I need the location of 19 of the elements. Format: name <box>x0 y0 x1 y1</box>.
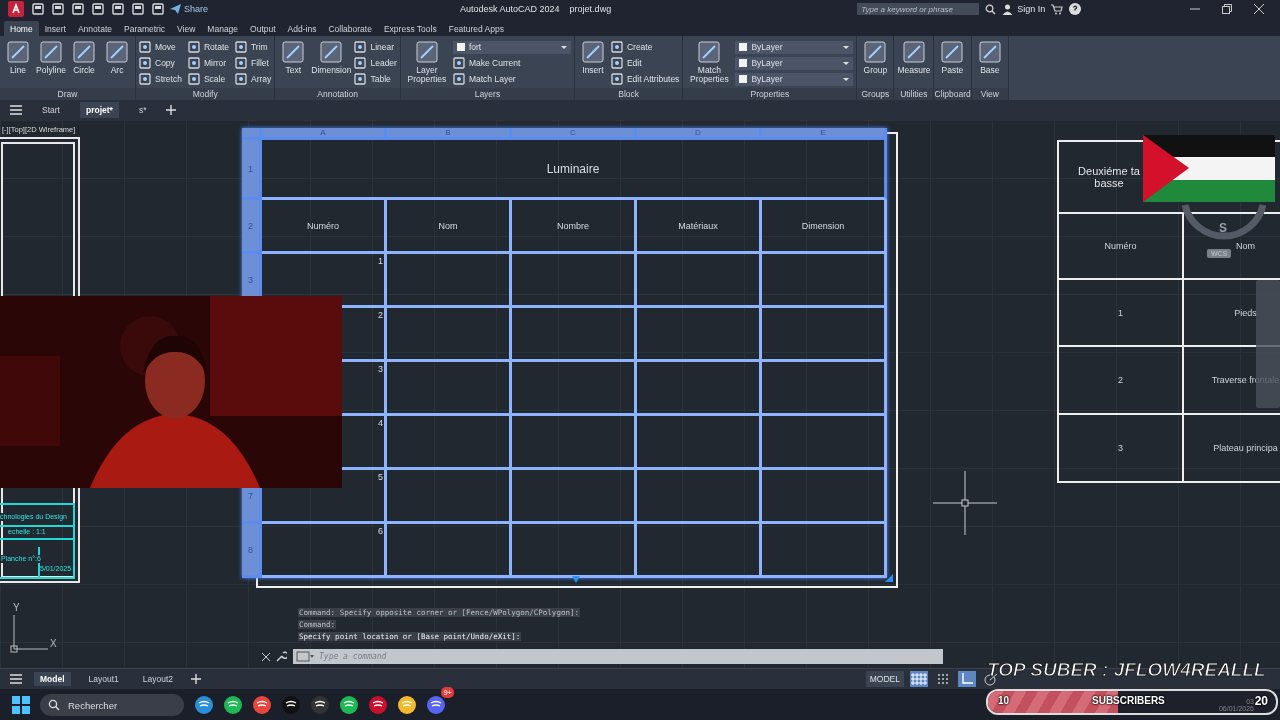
table-cell: 1 <box>1059 280 1184 347</box>
table-cell: Nom <box>387 200 512 254</box>
axis-label: X <box>50 638 57 649</box>
table-title: Luminaire <box>262 140 887 200</box>
stream-overlay-text: TOP SUBER : JFLOW4REALLL <box>987 659 1266 681</box>
subscriber-goal: 20 <box>1254 694 1268 708</box>
file-name: projet.dwg <box>569 4 612 14</box>
axis-label: Y <box>13 602 20 613</box>
table-cell: Plateau principa <box>1184 415 1280 483</box>
table-cell: 6 <box>262 524 387 578</box>
table-cell: 2 <box>1059 347 1184 415</box>
window-title: Autodesk AutoCAD 2024 <box>460 4 560 14</box>
table-cell: Numéro <box>1059 214 1184 280</box>
table-cell: Numéro <box>262 200 387 254</box>
subscriber-count: 10 <box>998 695 1010 706</box>
table-cell: Dimension <box>762 200 887 254</box>
table-cell: Nombre <box>512 200 637 254</box>
table-cell: 3 <box>1059 415 1184 483</box>
table-cell: Matériaux <box>637 200 762 254</box>
